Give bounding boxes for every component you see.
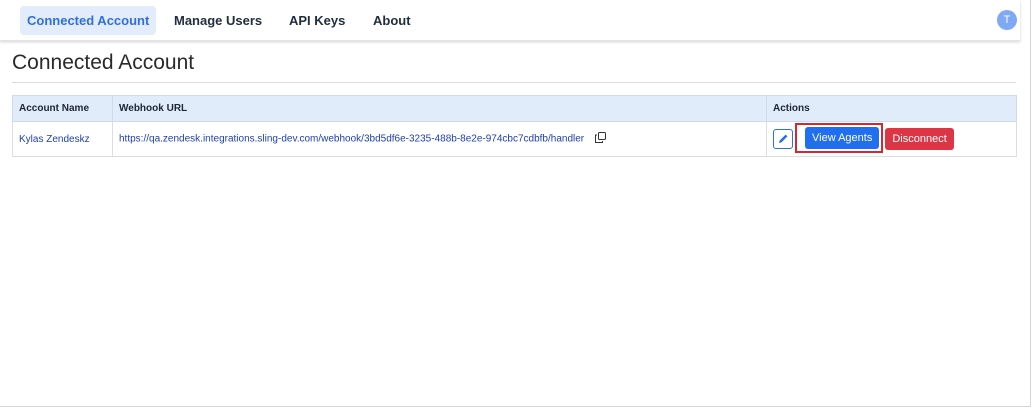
tab-api-keys[interactable]: API Keys bbox=[282, 6, 352, 35]
column-header-webhook-url: Webhook URL bbox=[112, 95, 767, 122]
view-agents-highlight: View Agents bbox=[795, 123, 884, 153]
account-name-cell: Kylas Zendeskz bbox=[12, 121, 113, 157]
tab-connected-account[interactable]: Connected Account bbox=[20, 6, 157, 35]
title-divider bbox=[12, 82, 1016, 83]
actions-cell: View Agents Disconnect bbox=[766, 121, 1017, 157]
pencil-icon bbox=[778, 134, 789, 147]
table-row: Kylas Zendeskz https://qa.zendesk.integr… bbox=[12, 121, 1017, 157]
view-agents-button[interactable]: View Agents bbox=[805, 127, 880, 149]
tab-manage-users[interactable]: Manage Users bbox=[167, 6, 269, 35]
copy-icon[interactable] bbox=[594, 132, 606, 146]
page-title: Connected Account bbox=[12, 51, 195, 74]
table-header-row: Account Name Webhook URL Actions bbox=[12, 95, 1017, 122]
tab-about[interactable]: About bbox=[366, 6, 418, 35]
avatar[interactable]: T bbox=[997, 10, 1017, 30]
webhook-url-text[interactable]: https://qa.zendesk.integrations.sling-de… bbox=[119, 134, 584, 145]
edit-button[interactable] bbox=[773, 129, 793, 149]
column-header-account-name: Account Name bbox=[12, 95, 113, 122]
account-name-link[interactable]: Kylas Zendeskz bbox=[19, 134, 90, 145]
connected-accounts-table: Account Name Webhook URL Actions Kylas Z… bbox=[12, 95, 1017, 157]
disconnect-button[interactable]: Disconnect bbox=[885, 128, 954, 150]
webhook-url-cell: https://qa.zendesk.integrations.sling-de… bbox=[112, 121, 767, 157]
app-frame: Connected Account Manage Users API Keys … bbox=[0, 0, 1031, 407]
column-header-actions: Actions bbox=[766, 95, 1017, 122]
top-nav: Connected Account Manage Users API Keys … bbox=[0, 0, 1020, 41]
